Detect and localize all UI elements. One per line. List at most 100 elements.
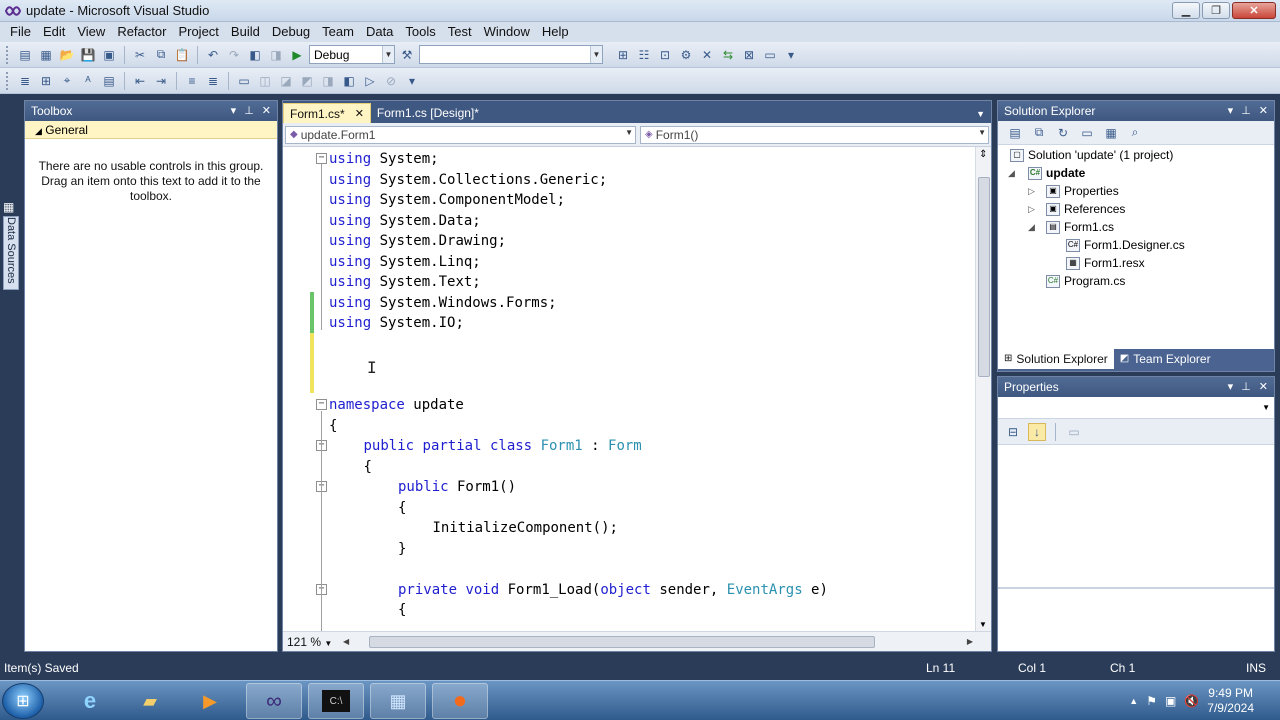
object-selector[interactable]: ▼ bbox=[998, 397, 1274, 419]
properties-icon[interactable]: ▤ bbox=[1006, 124, 1024, 142]
tab-form1-cs[interactable]: Form1.cs* ✕ bbox=[283, 103, 371, 123]
uncomment-lines-icon[interactable]: ≣ bbox=[204, 72, 222, 90]
properties-window-icon[interactable]: ☷ bbox=[635, 46, 653, 64]
save-all-icon[interactable]: ▣ bbox=[100, 46, 118, 64]
toolbar-options-icon[interactable]: ▾ bbox=[403, 72, 421, 90]
types-combo[interactable]: ◆ update.Form1 ▼ bbox=[285, 125, 636, 144]
menu-test[interactable]: Test bbox=[442, 22, 478, 42]
categorized-icon[interactable]: ⊟ bbox=[1004, 423, 1022, 441]
redo-icon[interactable]: ↷ bbox=[225, 46, 243, 64]
toolbox-icon[interactable]: ⚙ bbox=[677, 46, 695, 64]
auto-hide-pin-icon[interactable]: ⊥ bbox=[1241, 101, 1251, 121]
toggle-bookmark-icon[interactable]: ▭ bbox=[235, 72, 253, 90]
file-explorer-button[interactable]: ▰ bbox=[122, 683, 178, 719]
paste-icon[interactable]: 📋 bbox=[173, 46, 191, 64]
collapse-outline-icon[interactable]: − bbox=[316, 153, 327, 164]
command-prompt-taskbar-button[interactable]: C:\ bbox=[308, 683, 364, 719]
find-combo[interactable]: ▼ bbox=[419, 45, 603, 64]
minimize-button[interactable]: ▁ bbox=[1172, 2, 1200, 19]
code-area[interactable]: using System; − using System.Collections.G… bbox=[283, 147, 977, 631]
toolbar-grip[interactable] bbox=[6, 71, 9, 90]
code-line[interactable]: InitializeComponent(); bbox=[433, 518, 618, 538]
alphabetical-icon[interactable]: ↓ bbox=[1028, 422, 1046, 441]
toolbar-grip[interactable] bbox=[6, 45, 9, 64]
expand-triangle-icon[interactable]: ▷ bbox=[1028, 204, 1035, 215]
form-app-taskbar-button[interactable]: ▦ bbox=[370, 683, 426, 719]
previous-bookmark-in-folder-icon[interactable]: ◩ bbox=[298, 72, 316, 90]
auto-hide-pin-icon[interactable]: ⊥ bbox=[244, 101, 254, 121]
close-icon[interactable]: ✕ bbox=[1259, 377, 1268, 397]
action-center-icon[interactable]: ⚑ bbox=[1146, 694, 1157, 708]
code-line[interactable]: using System.ComponentModel; bbox=[329, 190, 565, 210]
members-combo[interactable]: ◈ Form1() ▼ bbox=[640, 125, 989, 144]
menu-refactor[interactable]: Refactor bbox=[111, 22, 172, 42]
tree-node-project[interactable]: C# update bbox=[1028, 164, 1085, 182]
code-line[interactable]: public Form1() bbox=[398, 477, 516, 497]
vertical-scroll-thumb[interactable] bbox=[978, 177, 990, 377]
menu-team[interactable]: Team bbox=[316, 22, 360, 42]
collapse-outline-icon[interactable]: − bbox=[316, 399, 327, 410]
data-sources-tab[interactable]: Data Sources bbox=[3, 216, 19, 290]
code-line[interactable]: using System.Windows.Forms; bbox=[329, 293, 557, 313]
expand-triangle-icon[interactable]: ▷ bbox=[1028, 186, 1035, 197]
show-hidden-icons-icon[interactable]: ▲ bbox=[1129, 696, 1138, 706]
tab-solution-explorer[interactable]: ⊞ Solution Explorer bbox=[998, 349, 1114, 369]
start-debugging-icon[interactable]: ▶ bbox=[288, 46, 306, 64]
close-window-button[interactable]: ✕ bbox=[1232, 2, 1276, 19]
collapse-triangle-icon[interactable]: ◢ bbox=[1028, 222, 1035, 233]
list-members-icon[interactable]: ≣ bbox=[16, 72, 34, 90]
menu-file[interactable]: File bbox=[4, 22, 37, 42]
refresh-icon[interactable]: ↻ bbox=[1054, 124, 1072, 142]
code-line[interactable]: { bbox=[364, 457, 372, 477]
extension-manager-icon[interactable]: ⊠ bbox=[740, 46, 758, 64]
tree-node-references[interactable]: ▣ References bbox=[1046, 200, 1125, 218]
tree-node-form1-resx[interactable]: ▦ Form1.resx bbox=[1066, 254, 1145, 272]
menu-data[interactable]: Data bbox=[360, 22, 399, 42]
solution-configuration-select[interactable]: Debug ▼ bbox=[309, 45, 395, 64]
code-line[interactable]: using System.Drawing; bbox=[329, 231, 506, 251]
split-handle-icon[interactable]: ⇕ bbox=[979, 149, 987, 160]
increase-indent-icon[interactable]: ⇥ bbox=[152, 72, 170, 90]
code-line[interactable]: } bbox=[398, 539, 406, 559]
visual-studio-taskbar-button[interactable]: ∞ bbox=[246, 683, 302, 719]
new-project-icon[interactable]: ▤ bbox=[16, 46, 34, 64]
restore-button[interactable]: ❐ bbox=[1202, 2, 1230, 19]
save-icon[interactable]: 💾 bbox=[79, 46, 97, 64]
code-line[interactable]: using System.Collections.Generic; bbox=[329, 170, 607, 190]
collapse-triangle-icon[interactable]: ◢ bbox=[1008, 168, 1015, 179]
view-code-icon[interactable]: ▭ bbox=[1078, 124, 1096, 142]
scroll-left-icon[interactable]: ◀ bbox=[343, 637, 349, 646]
cut-icon[interactable]: ✂ bbox=[131, 46, 149, 64]
open-file-icon[interactable]: 📂 bbox=[58, 46, 76, 64]
active-files-dropdown-icon[interactable]: ▼ bbox=[976, 109, 985, 119]
comment-lines-icon[interactable]: ≡ bbox=[183, 72, 201, 90]
tree-node-solution[interactable]: ▢ Solution 'update' (1 project) bbox=[1010, 146, 1173, 164]
firefox-taskbar-button[interactable]: ● bbox=[432, 683, 488, 719]
toolbox-group-general[interactable]: ◢ General bbox=[25, 121, 277, 139]
start-page-icon[interactable]: ⇆ bbox=[719, 46, 737, 64]
property-pages-icon[interactable]: ▭ bbox=[1065, 423, 1083, 441]
tree-node-properties[interactable]: ▣ Properties bbox=[1046, 182, 1119, 200]
navigate-backward-icon[interactable]: ◧ bbox=[246, 46, 264, 64]
code-line[interactable]: namespace update bbox=[329, 395, 464, 415]
tab-form1-design[interactable]: Form1.cs [Design]* bbox=[371, 103, 485, 123]
menu-build[interactable]: Build bbox=[225, 22, 266, 42]
next-bookmark-icon[interactable]: ◪ bbox=[277, 72, 295, 90]
code-line[interactable]: public partial class Form1 : Form bbox=[364, 436, 642, 456]
volume-muted-icon[interactable]: 🔇 bbox=[1184, 694, 1199, 708]
solution-explorer-icon[interactable]: ⊞ bbox=[614, 46, 632, 64]
code-line[interactable]: { bbox=[398, 600, 406, 620]
tab-team-explorer[interactable]: ◩ Team Explorer bbox=[1114, 349, 1217, 369]
menu-project[interactable]: Project bbox=[172, 22, 224, 42]
description-splitter[interactable] bbox=[998, 587, 1274, 589]
copy-icon[interactable]: ⧉ bbox=[152, 46, 170, 64]
view-class-diagram-icon[interactable]: ⌕ bbox=[1126, 124, 1144, 142]
close-icon[interactable]: ✕ bbox=[262, 101, 271, 121]
parameter-info-icon[interactable]: ⊞ bbox=[37, 72, 55, 90]
auto-hide-pin-icon[interactable]: ⊥ bbox=[1241, 377, 1251, 397]
menu-edit[interactable]: Edit bbox=[37, 22, 71, 42]
menu-debug[interactable]: Debug bbox=[266, 22, 316, 42]
menu-view[interactable]: View bbox=[71, 22, 111, 42]
menu-tools[interactable]: Tools bbox=[399, 22, 441, 42]
clock[interactable]: 9:49 PM 7/9/2024 bbox=[1207, 686, 1254, 716]
